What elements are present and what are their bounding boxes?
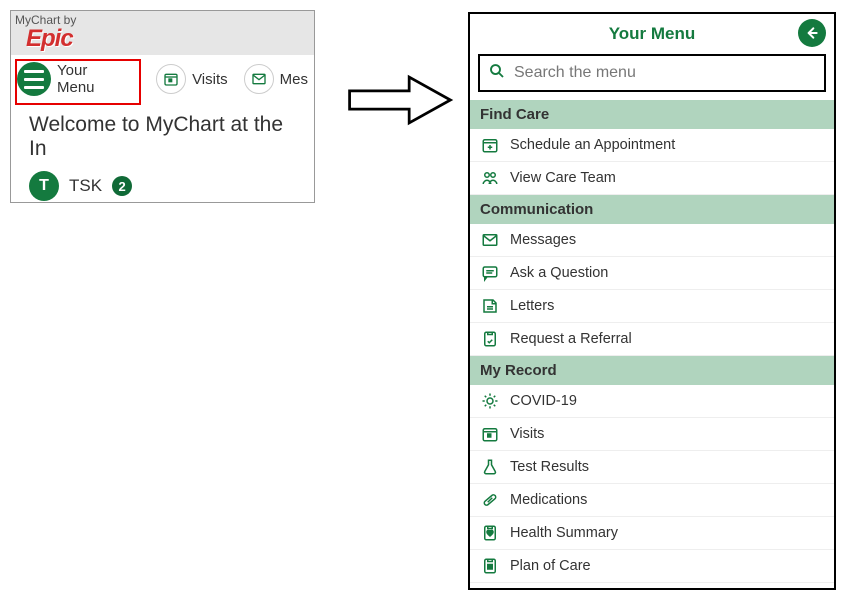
menu-item[interactable]: Ask a Question <box>470 257 834 290</box>
back-button[interactable] <box>798 19 826 47</box>
menu-item[interactable]: Health Summary <box>470 517 834 550</box>
pill-icon <box>480 490 500 510</box>
menu-item[interactable]: Visits <box>470 418 834 451</box>
chat-icon <box>480 263 500 283</box>
section-header: Communication <box>470 195 834 224</box>
menu-item-label: Plan of Care <box>510 558 591 574</box>
menu-item-label: Request a Referral <box>510 331 632 347</box>
menu-item-label: Visits <box>510 426 544 442</box>
menu-item-label: Letters <box>510 298 554 314</box>
menu-item-label: Test Results <box>510 459 589 475</box>
menu-item-label: Schedule an Appointment <box>510 137 675 153</box>
envelope-icon <box>480 230 500 250</box>
mychart-home-panel: MyChart by Epic Your Menu Visits <box>10 10 315 203</box>
search-icon <box>488 62 506 85</box>
envelope-icon <box>244 64 274 94</box>
menu-item[interactable]: COVID-19 <box>470 385 834 418</box>
menu-title: Your Menu <box>609 24 696 44</box>
notification-badge: 2 <box>112 176 132 196</box>
user-row[interactable]: T TSK 2 <box>11 167 314 203</box>
welcome-heading: Welcome to MyChart at the In <box>11 103 314 167</box>
plan-icon <box>480 556 500 576</box>
menu-item-label: Medications <box>510 492 587 508</box>
menu-item[interactable]: Letters <box>470 290 834 323</box>
top-nav: Your Menu Visits Mes <box>11 55 314 103</box>
your-menu-label: Your Menu <box>57 62 128 96</box>
flask-icon <box>480 457 500 477</box>
menu-item[interactable]: Plan of Care <box>470 550 834 583</box>
user-name: TSK <box>69 176 102 196</box>
heart-clipboard-icon <box>480 523 500 543</box>
menu-item-label: Ask a Question <box>510 265 608 281</box>
arrow-left-icon <box>804 25 820 41</box>
messages-nav-button[interactable]: Mes <box>244 64 308 94</box>
hamburger-menu-button[interactable] <box>17 62 51 96</box>
visits-nav-button[interactable]: Visits <box>156 64 228 94</box>
letter-icon <box>480 296 500 316</box>
search-input[interactable] <box>512 63 816 83</box>
epic-logo: Epic <box>26 25 73 53</box>
avatar: T <box>29 171 59 201</box>
referral-icon <box>480 329 500 349</box>
calendar-icon <box>480 424 500 444</box>
menu-item[interactable]: Medications <box>470 484 834 517</box>
menu-item[interactable]: Messages <box>470 224 834 257</box>
menu-panel: Your Menu Find Care Schedule an Appointme… <box>468 12 836 590</box>
menu-item-label: View Care Team <box>510 170 616 186</box>
menu-item[interactable]: View Care Team <box>470 162 834 195</box>
menu-item-label: Health Summary <box>510 525 618 541</box>
section-header: Find Care <box>470 100 834 129</box>
care-team-icon <box>480 168 500 188</box>
menu-item[interactable]: Request a Referral <box>470 323 834 356</box>
section-header: My Record <box>470 356 834 385</box>
arrow-right-icon <box>345 70 455 130</box>
menu-item[interactable]: Schedule an Appointment <box>470 129 834 162</box>
calendar-plus-icon <box>480 135 500 155</box>
virus-icon <box>480 391 500 411</box>
menu-item[interactable]: Test Results <box>470 451 834 484</box>
menu-scroll-area[interactable]: Find Care Schedule an Appointment View Car… <box>470 100 834 588</box>
menu-item[interactable]: Preventive Care <box>470 583 834 588</box>
search-box[interactable] <box>478 54 826 92</box>
menu-item-label: COVID-19 <box>510 393 577 409</box>
calendar-icon <box>156 64 186 94</box>
menu-item-label: Messages <box>510 232 576 248</box>
